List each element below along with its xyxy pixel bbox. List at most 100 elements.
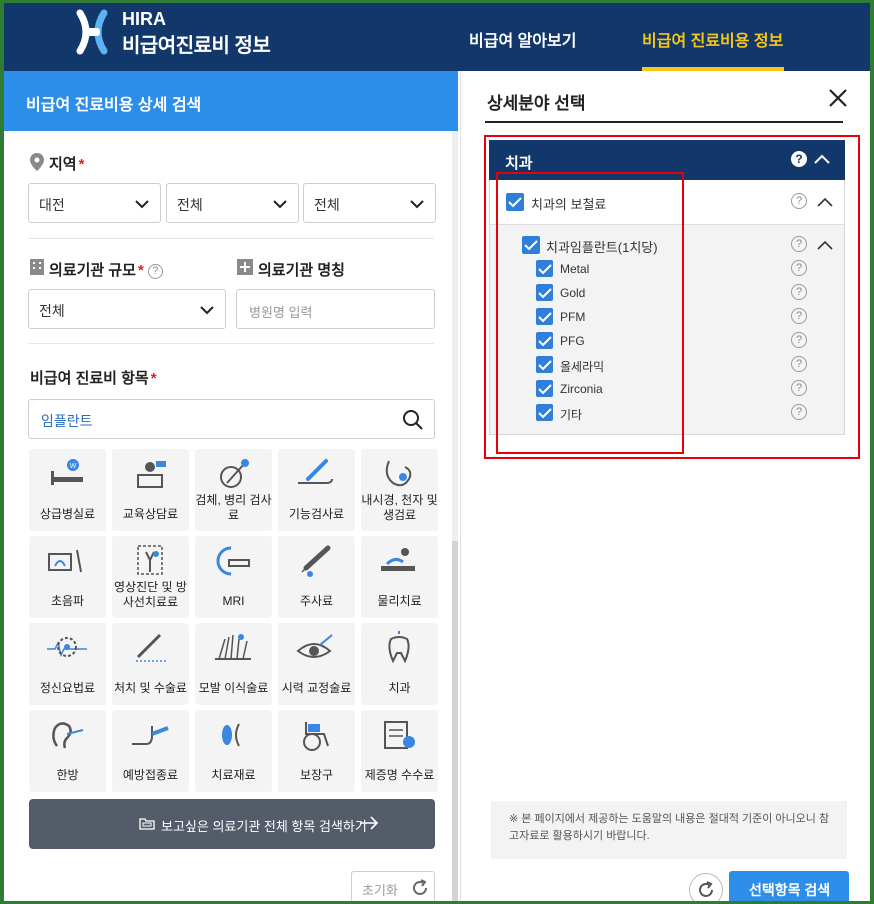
reset-selection-button[interactable]: [689, 873, 723, 901]
option-help-icon[interactable]: ?: [791, 404, 807, 420]
tile-assistive-device[interactable]: 보장구: [278, 710, 355, 792]
tile-oriental-medicine[interactable]: 한방: [29, 710, 106, 792]
institution-size-label: 의료기관 규모 *?: [49, 259, 163, 280]
tile-psychotherapy[interactable]: 정신요법료: [29, 623, 106, 705]
chevron-up-icon[interactable]: [816, 239, 834, 251]
close-icon[interactable]: [827, 87, 849, 109]
arm-thermometer-icon: [298, 459, 333, 484]
region-district-select[interactable]: 전체: [303, 183, 436, 223]
tile-certificate-fee[interactable]: 제증명 수수료: [361, 710, 438, 792]
tile-mri[interactable]: MRI: [195, 536, 272, 618]
search-panel-scrollbar[interactable]: [452, 131, 458, 901]
option-help-icon[interactable]: ?: [791, 380, 807, 396]
hair-transplant-icon: [215, 634, 251, 660]
tile-surgery[interactable]: 처치 및 수술료: [112, 623, 189, 705]
region-label: 지역 *: [49, 156, 85, 173]
option-help-icon[interactable]: ?: [791, 260, 807, 276]
chevron-up-icon[interactable]: [816, 196, 834, 208]
refresh-icon: [699, 881, 713, 897]
detail-field-panel: 상세분야 선택 치과 ? 치과의 보철료 ? 치과임플란트(1치당) ? Met…: [460, 71, 870, 901]
noncovered-items-label: 비급여 진료비 항목 *: [30, 370, 157, 387]
tile-endoscopy[interactable]: 내시경, 천자 및 생검료: [361, 449, 438, 531]
search-panel: 비급여 진료비용 상세 검색 지역* 대전 전체 전체 의료기관 규모*?: [4, 71, 458, 901]
tile-function-test[interactable]: 기능검사료: [278, 449, 355, 531]
chevron-down-icon: [273, 200, 287, 209]
detail-field-title: 상세분야 선택: [487, 94, 586, 113]
institution-size-select[interactable]: 전체: [28, 289, 226, 329]
tile-hair-transplant[interactable]: 모발 이식술료: [195, 623, 272, 705]
building-icon: [30, 259, 44, 275]
sub-group-help-icon[interactable]: ?: [791, 236, 807, 252]
tile-specimen-test[interactable]: 검체, 병리 검사료: [195, 449, 272, 531]
wheelchair-icon: [303, 722, 329, 751]
chevron-up-icon[interactable]: [813, 152, 831, 166]
app-window: HIRA 비급여진료비 정보 비급여 알아보기 비급여 진료비용 정보 비급여 …: [4, 3, 870, 901]
mri-icon: [216, 546, 250, 576]
tooth-icon: [388, 631, 410, 664]
counseling-desk-icon: [137, 461, 166, 488]
brain-wave-icon: [47, 637, 87, 658]
reset-button[interactable]: 초기화: [351, 871, 435, 901]
chevron-down-icon: [410, 200, 424, 209]
section-divider: [28, 343, 434, 344]
chevron-down-icon: [200, 306, 214, 315]
search-panel-title: 비급여 진료비용 상세 검색: [26, 97, 202, 114]
nav-noncovered-intro[interactable]: 비급여 알아보기: [469, 27, 577, 51]
tile-private-room[interactable]: W 상급병실료: [29, 449, 106, 531]
tile-physical-therapy[interactable]: 물리치료: [361, 536, 438, 618]
region-province-select[interactable]: 대전: [28, 183, 161, 223]
folder-icon: [139, 818, 155, 830]
tile-vision-correction[interactable]: 시력 교정술료: [278, 623, 355, 705]
search-icon[interactable]: [402, 409, 424, 431]
option-help-icon[interactable]: ?: [791, 284, 807, 300]
chevron-down-icon: [135, 200, 149, 209]
eye-laser-icon: [296, 634, 333, 658]
option-help-icon[interactable]: ?: [791, 332, 807, 348]
tile-counseling[interactable]: 교육상담료: [112, 449, 189, 531]
institution-name-label: 의료기관 명칭: [258, 262, 345, 279]
group-help-icon[interactable]: ?: [791, 193, 807, 209]
institution-name-input[interactable]: 병원명 입력: [236, 289, 435, 329]
tile-ultrasound[interactable]: 초음파: [29, 536, 106, 618]
scalpel-icon: [136, 633, 166, 662]
brand-subtitle: 비급여진료비 정보: [122, 35, 271, 57]
nav-noncovered-cost-info[interactable]: 비급여 진료비용 정보: [642, 27, 783, 51]
x-ray-icon: [137, 545, 163, 575]
tile-vaccination[interactable]: 예방접종료: [112, 710, 189, 792]
top-header: HIRA 비급여진료비 정보 비급여 알아보기 비급여 진료비용 정보: [4, 3, 870, 71]
svg-text:W: W: [70, 463, 77, 470]
search-panel-header: 비급여 진료비용 상세 검색: [4, 71, 458, 131]
syringe-icon: [301, 545, 331, 577]
section-divider: [28, 238, 434, 239]
acupuncture-ear-icon: [52, 722, 84, 749]
arrow-right-icon: [360, 816, 379, 830]
help-notice: ※ 본 페이지에서 제공하는 도움말의 내용은 절대적 기준이 아니오니 참고자…: [491, 801, 847, 859]
search-selected-button[interactable]: 선택항목 검색: [729, 871, 849, 901]
physical-therapy-icon: [381, 548, 415, 571]
tile-radiology[interactable]: 영상진단 및 방사선치료료: [112, 536, 189, 618]
item-search-input[interactable]: 임플란트: [28, 399, 435, 439]
tile-injection[interactable]: 주사료: [278, 536, 355, 618]
title-rule: [485, 121, 843, 123]
hira-logo-icon[interactable]: [74, 9, 110, 55]
highlight-box-group: [496, 172, 684, 454]
location-pin-icon: [30, 153, 44, 171]
search-all-items-button[interactable]: 보고싶은 의료기관 전체 항목 검색하기: [29, 799, 435, 849]
specimen-test-icon: [220, 459, 249, 488]
vaccine-arm-icon: [132, 726, 169, 745]
hospital-cross-icon: [237, 259, 253, 275]
hospital-bed-icon: W: [51, 459, 83, 485]
tile-dental[interactable]: 치과: [361, 623, 438, 705]
category-help-icon[interactable]: ?: [791, 151, 807, 167]
institution-size-help-icon[interactable]: ?: [147, 264, 163, 279]
scrollbar-thumb[interactable]: [452, 541, 458, 901]
brand-name: HIRA: [122, 9, 166, 29]
option-help-icon[interactable]: ?: [791, 308, 807, 324]
ultrasound-icon: [48, 549, 82, 573]
region-city-select[interactable]: 전체: [166, 183, 299, 223]
tile-treatment-material[interactable]: 치료재료: [195, 710, 272, 792]
treatment-material-icon: [222, 723, 240, 747]
refresh-icon: [413, 879, 427, 895]
option-help-icon[interactable]: ?: [791, 356, 807, 372]
certificate-icon: [384, 721, 415, 749]
